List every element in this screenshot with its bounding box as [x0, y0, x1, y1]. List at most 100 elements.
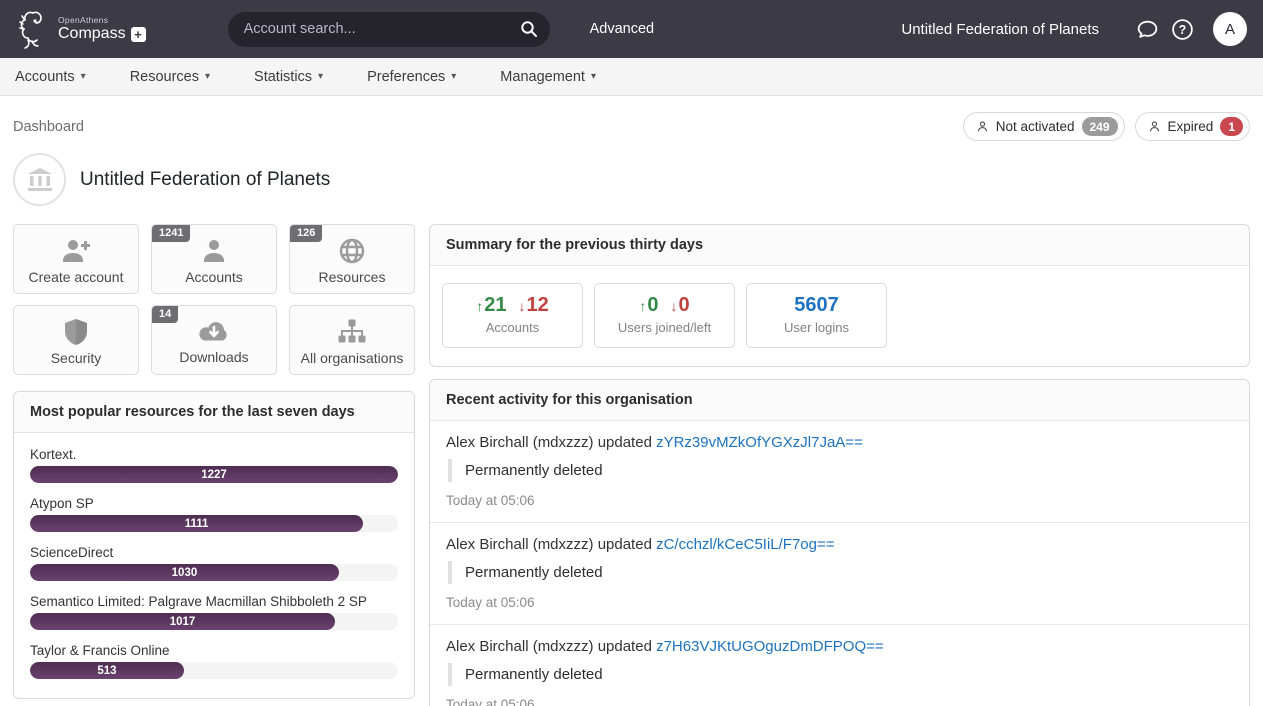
users-joined-value: 0 [647, 294, 658, 316]
not-activated-label: Not activated [996, 119, 1075, 134]
search-button[interactable] [520, 20, 538, 38]
navbar-organisation-name: Untitled Federation of Planets [901, 21, 1099, 38]
openathens-owl-icon [16, 8, 50, 50]
resource-bar[interactable]: 513 [30, 662, 184, 679]
person-icon [1148, 120, 1161, 133]
resource-bar-track: 1017 [30, 613, 398, 630]
tile-label: Downloads [179, 349, 248, 365]
user-logins-stat-card: 5607 User logins [746, 283, 887, 348]
activity-item: Alex Birchall (mdxzzz) updated z7H63VJKt… [430, 625, 1249, 706]
tile-count-badge: 126 [290, 225, 322, 242]
tile-label: Security [51, 350, 102, 366]
top-navbar: OpenAthens Compass + Advanced Untitled F… [0, 0, 1263, 58]
globe-icon [338, 237, 366, 265]
menu-management[interactable]: Management ▾ [500, 69, 596, 85]
resource-label: ScienceDirect [30, 545, 398, 560]
tile-count-badge: 14 [152, 306, 178, 323]
resource-bar[interactable]: 1017 [30, 613, 335, 630]
menu-statistics[interactable]: Statistics ▾ [254, 69, 323, 85]
feedback-button[interactable] [1135, 17, 1160, 42]
chevron-down-icon: ▾ [81, 71, 86, 82]
expired-label: Expired [1168, 119, 1214, 134]
resource-bar-value: 1030 [172, 567, 198, 579]
breadcrumb: Dashboard [13, 119, 84, 135]
account-link[interactable]: zYRz39vMZkOfYGXzJl7JaA== [656, 434, 863, 451]
openathens-compass-logo[interactable]: OpenAthens Compass + [16, 8, 146, 50]
resource-bar[interactable]: 1227 [30, 466, 398, 483]
account-link[interactable]: zC/cchzl/kCeC5IiL/F7og== [656, 536, 834, 553]
all-organisations-tile[interactable]: All organisations [289, 305, 415, 375]
menu-resources[interactable]: Resources ▾ [130, 69, 210, 85]
expired-filter-button[interactable]: Expired 1 [1135, 112, 1250, 141]
account-link[interactable]: z7H63VJKtUGOguzDmDFPOQ== [656, 638, 884, 655]
accounts-tile[interactable]: Accounts 1241 [151, 224, 277, 294]
sitemap-icon [337, 318, 367, 346]
brand-compass-label: Compass [58, 26, 126, 42]
users-left-value: 0 [679, 294, 690, 316]
resource-bar-track: 1227 [30, 466, 398, 483]
tile-count-badge: 1241 [152, 225, 190, 242]
arrow-down-icon: ↓ [671, 298, 678, 314]
advanced-search-link[interactable]: Advanced [590, 21, 655, 37]
menu-label: Resources [130, 69, 199, 85]
menu-preferences[interactable]: Preferences ▾ [367, 69, 456, 85]
activity-item: Alex Birchall (mdxzzz) updated zC/cchzl/… [430, 523, 1249, 625]
resource-bar-row: Taylor & Francis Online 513 [30, 643, 398, 679]
downloads-tile[interactable]: Downloads 14 [151, 305, 277, 375]
tile-label: All organisations [301, 350, 404, 366]
brand-openathens-label: OpenAthens [58, 16, 146, 25]
resource-bar[interactable]: 1111 [30, 515, 363, 532]
help-icon: ? [1170, 17, 1195, 42]
main-menu: Accounts ▾ Resources ▾ Statistics ▾ Pref… [0, 58, 1263, 96]
arrow-up-icon: ↑ [476, 298, 483, 314]
user-logins-value: 5607 [794, 294, 839, 317]
activity-detail: Permanently deleted [448, 561, 1233, 584]
security-tile[interactable]: Security [13, 305, 139, 375]
account-search-input[interactable] [228, 12, 550, 47]
stat-label: User logins [784, 320, 849, 335]
resource-bar-track: 513 [30, 662, 398, 679]
quick-action-tiles: Create account Accounts 1241 [13, 224, 415, 375]
resources-tile[interactable]: Resources 126 [289, 224, 415, 294]
resource-bar-track: 1111 [30, 515, 398, 532]
menu-accounts[interactable]: Accounts ▾ [15, 69, 86, 85]
arrow-up-icon: ↑ [639, 298, 646, 314]
help-button[interactable]: ? [1170, 17, 1195, 42]
accounts-up-value: 21 [484, 294, 506, 316]
stat-label: Accounts [486, 320, 539, 335]
resource-bar-value: 513 [97, 665, 116, 677]
tile-label: Resources [319, 269, 386, 285]
summary-title: Summary for the previous thirty days [430, 225, 1249, 266]
svg-text:?: ? [1179, 22, 1187, 36]
menu-label: Management [500, 69, 585, 85]
activity-actor: Alex Birchall (mdxzzz) updated [446, 434, 652, 451]
cloud-download-icon [197, 319, 231, 345]
resource-bar-track: 1030 [30, 564, 398, 581]
popular-resources-title: Most popular resources for the last seve… [14, 392, 414, 433]
resource-bar[interactable]: 1030 [30, 564, 339, 581]
institution-icon [26, 167, 54, 193]
activity-actor: Alex Birchall (mdxzzz) updated [446, 536, 652, 553]
resource-bar-row: ScienceDirect 1030 [30, 545, 398, 581]
resource-label: Kortext. [30, 447, 398, 462]
not-activated-filter-button[interactable]: Not activated 249 [963, 112, 1125, 141]
person-icon [976, 120, 989, 133]
tile-label: Create account [29, 269, 124, 285]
users-joined-left-stat-card: ↑0 ↓0 Users joined/left [594, 283, 735, 348]
expired-count-badge: 1 [1220, 117, 1243, 136]
tile-label: Accounts [185, 269, 243, 285]
page-title: Untitled Federation of Planets [80, 169, 330, 191]
brand-text: OpenAthens Compass + [58, 16, 146, 43]
recent-activity-title: Recent activity for this organisation [430, 380, 1249, 421]
resource-bar-value: 1227 [201, 469, 227, 481]
resource-label: Semantico Limited: Palgrave Macmillan Sh… [30, 594, 398, 609]
recent-activity-card: Recent activity for this organisation Al… [429, 379, 1250, 706]
chevron-down-icon: ▾ [591, 71, 596, 82]
create-account-tile[interactable]: Create account [13, 224, 139, 294]
chevron-down-icon: ▾ [451, 71, 456, 82]
resource-bar-row: Atypon SP 1111 [30, 496, 398, 532]
shield-icon [63, 318, 89, 346]
activity-actor: Alex Birchall (mdxzzz) updated [446, 638, 652, 655]
user-avatar[interactable]: A [1213, 12, 1247, 46]
activity-timestamp: Today at 05:06 [446, 493, 1233, 508]
